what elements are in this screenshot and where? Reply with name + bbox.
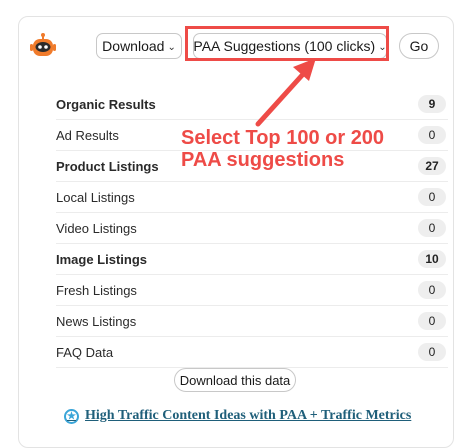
result-row: News Listings 0 [56,306,448,337]
result-count-badge: 0 [418,343,446,361]
chevron-down-icon: ⌄ [167,41,176,53]
result-count-badge: 0 [418,312,446,330]
go-button[interactable]: Go [399,33,439,59]
download-dropdown[interactable]: Download ⌄ [96,33,182,59]
content-ideas-link-text: High Traffic Content Ideas with PAA + Tr… [85,408,412,423]
result-label: Organic Results [56,96,156,112]
result-label: Fresh Listings [56,282,137,298]
result-label: Local Listings [56,189,135,205]
highlight-box [185,26,389,61]
result-count-badge: 9 [418,95,446,113]
result-count-badge: 0 [418,219,446,237]
result-row: Image Listings 10 [56,244,448,275]
result-row: Fresh Listings 0 [56,275,448,306]
result-row: Local Listings 0 [56,182,448,213]
result-label: Image Listings [56,251,148,267]
content-ideas-link[interactable]: ★ High Traffic Content Ideas with PAA + … [64,408,411,424]
annotation-text: Select Top 100 or 200 PAA suggestions [181,127,431,171]
annotation-line-2: PAA suggestions [181,149,345,171]
result-label: Ad Results [56,127,119,143]
result-label: Video Listings [56,220,137,236]
download-dropdown-label: Download [102,38,165,54]
result-count-badge: 0 [418,281,446,299]
result-label: Product Listings [56,158,159,174]
result-count-badge: 10 [418,250,446,268]
result-row: Organic Results 9 [56,89,448,120]
download-data-button[interactable]: Download this data [174,368,296,392]
go-button-label: Go [409,38,429,54]
result-label: FAQ Data [56,344,114,360]
download-data-label: Download this data [179,372,291,388]
result-row: Video Listings 0 [56,213,448,244]
result-label: News Listings [56,313,137,329]
star-icon: ★ [64,408,79,424]
result-row: FAQ Data 0 [56,337,448,368]
result-count-badge: 0 [418,188,446,206]
annotation-line-1: Select Top 100 or 200 [181,127,385,149]
robot-icon [30,33,56,56]
serp-summary-panel: Download ⌄ PAA Suggestions (100 clicks) … [18,16,454,448]
